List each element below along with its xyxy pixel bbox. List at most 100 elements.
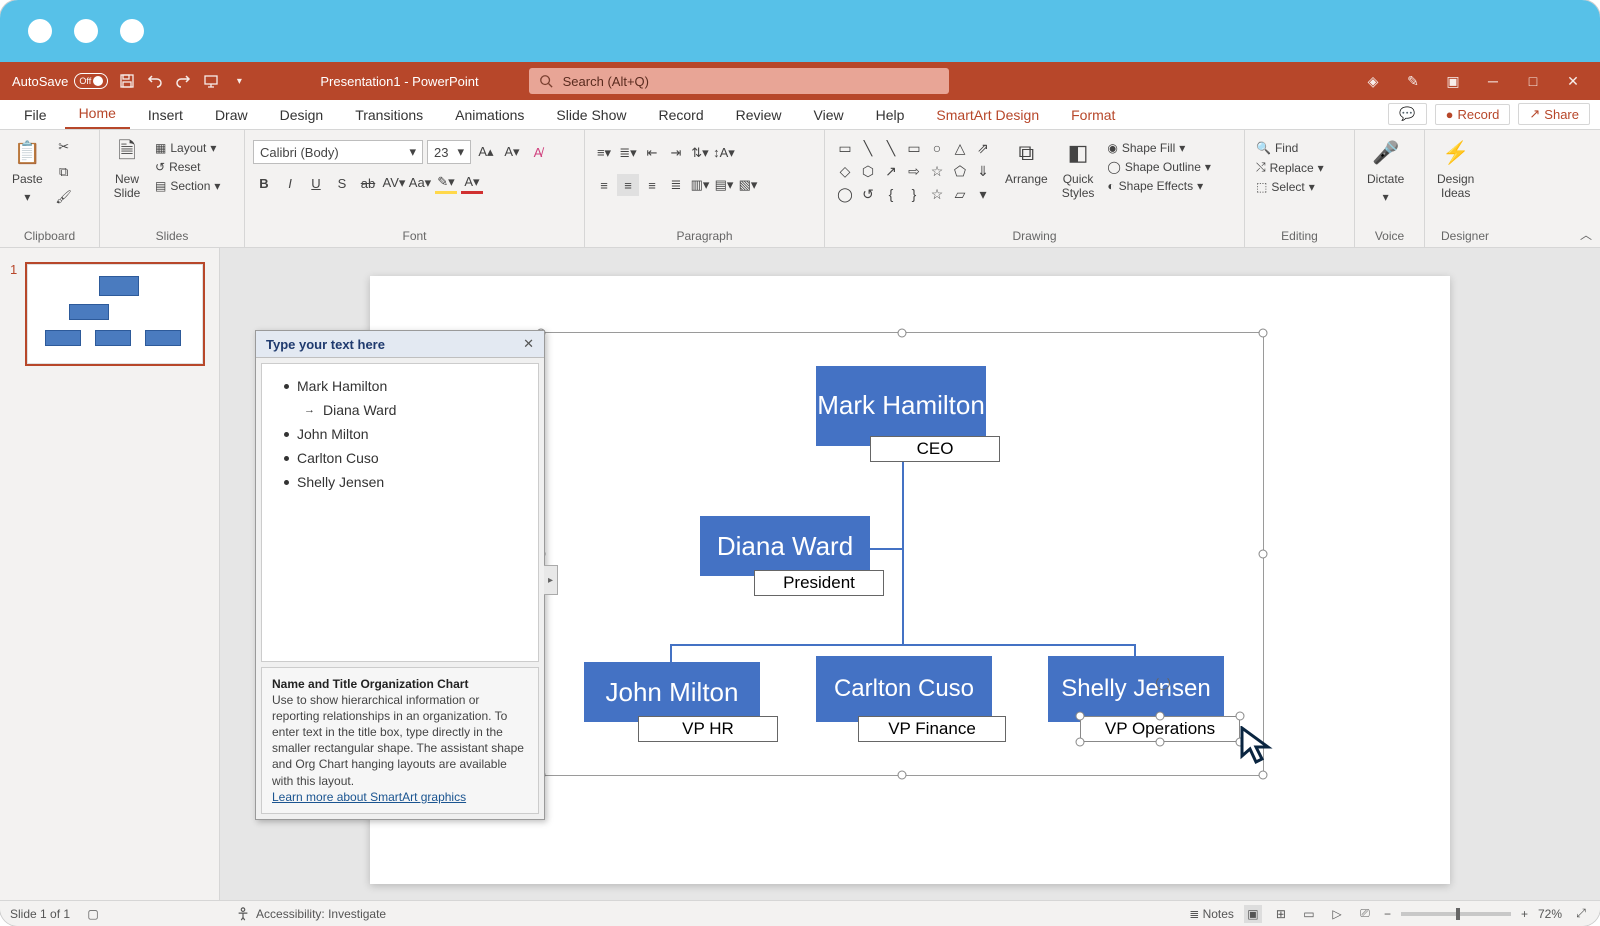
maximize-icon[interactable]: □ (1524, 72, 1542, 90)
save-icon[interactable] (118, 72, 136, 90)
shape-effects-button[interactable]: ◐ Shape Effects ▾ (1104, 178, 1214, 194)
org-node-vpfinance[interactable]: Carlton Cuso (816, 656, 992, 722)
search-box[interactable]: Search (Alt+Q) (529, 68, 949, 94)
normal-view-icon[interactable]: ▣ (1244, 905, 1262, 923)
shape-outline-button[interactable]: ◯ Shape Outline ▾ (1104, 159, 1214, 175)
zoom-slider[interactable] (1401, 912, 1511, 916)
text-pane-list[interactable]: Mark Hamilton →Diana Ward John Milton Ca… (261, 363, 539, 662)
cut-icon[interactable]: ✂ (53, 136, 75, 158)
notes-button[interactable]: ≣ Notes (1189, 907, 1234, 921)
line-spacing-icon[interactable]: ⇅▾ (689, 142, 711, 164)
format-painter-icon[interactable]: 🖌 (53, 186, 75, 208)
change-case-icon[interactable]: Aa▾ (409, 172, 431, 194)
org-title-president[interactable]: President (754, 570, 884, 596)
minimize-icon[interactable]: ─ (1484, 72, 1502, 90)
tab-format[interactable]: Format (1057, 102, 1129, 129)
strike-icon[interactable]: ab (357, 172, 379, 194)
align-left-icon[interactable]: ≡ (593, 174, 615, 196)
replace-button[interactable]: ⤭ Replace ▾ (1253, 159, 1327, 176)
org-node-vpops[interactable]: Shelly Jensen (1048, 656, 1224, 722)
numbering-icon[interactable]: ≣▾ (617, 142, 639, 164)
bullets-icon[interactable]: ≡▾ (593, 142, 615, 164)
org-node-vphr[interactable]: John Milton (584, 662, 760, 722)
clear-format-icon[interactable]: A̸ (527, 141, 549, 163)
find-button[interactable]: 🔍 Find (1253, 140, 1327, 156)
tab-help[interactable]: Help (862, 102, 919, 129)
tab-file[interactable]: File (10, 102, 61, 129)
record-button[interactable]: ● Record (1435, 104, 1511, 125)
new-slide-button[interactable]: 🗎 New Slide (108, 136, 146, 202)
zoom-out-icon[interactable]: − (1384, 907, 1391, 921)
tab-record[interactable]: Record (644, 102, 717, 129)
presenter-view-icon[interactable]: ⎚ (1356, 905, 1374, 923)
pen-icon[interactable]: ✎ (1404, 72, 1422, 90)
org-title-vphr[interactable]: VP HR (638, 716, 778, 742)
slideshow-view-icon[interactable]: ▷ (1328, 905, 1346, 923)
window-mode-icon[interactable]: ▣ (1444, 72, 1462, 90)
decrease-font-icon[interactable]: A▾ (501, 141, 523, 163)
convert-smartart-icon[interactable]: ▧▾ (737, 174, 759, 196)
org-node-ceo[interactable]: Mark Hamilton (816, 366, 986, 446)
slide-thumbnail-1[interactable] (25, 262, 205, 366)
shadow-icon[interactable]: S (331, 172, 353, 194)
align-center-icon[interactable]: ≡ (617, 174, 639, 196)
undo-icon[interactable] (146, 72, 164, 90)
org-title-ceo[interactable]: CEO (870, 436, 1000, 462)
list-item[interactable]: Carlton Cuso (297, 450, 379, 466)
italic-icon[interactable]: I (279, 172, 301, 194)
bold-icon[interactable]: B (253, 172, 275, 194)
increase-indent-icon[interactable]: ⇥ (665, 142, 687, 164)
comments-button[interactable]: 💬 (1388, 103, 1426, 125)
underline-icon[interactable]: U (305, 172, 327, 194)
text-pane-collapse-icon[interactable]: ▸ (544, 565, 558, 595)
tab-home[interactable]: Home (65, 100, 130, 129)
list-item[interactable]: Mark Hamilton (297, 378, 387, 394)
list-item[interactable]: John Milton (297, 426, 369, 442)
text-direction-icon[interactable]: ↕A▾ (713, 142, 735, 164)
section-button[interactable]: ▤ Section ▾ (152, 178, 223, 194)
shape-fill-button[interactable]: ◉ Shape Fill ▾ (1104, 140, 1214, 156)
list-item[interactable]: Diana Ward (323, 402, 396, 418)
justify-icon[interactable]: ≣ (665, 174, 687, 196)
char-spacing-icon[interactable]: AV▾ (383, 172, 405, 194)
accessibility-button[interactable]: Accessibility: Investigate (236, 907, 386, 921)
rotate-handle-icon[interactable] (1156, 676, 1170, 690)
font-name-combo[interactable]: Calibri (Body)▾ (253, 140, 423, 164)
traffic-light-zoom[interactable] (120, 19, 144, 43)
decrease-indent-icon[interactable]: ⇤ (641, 142, 663, 164)
align-text-icon[interactable]: ▤▾ (713, 174, 735, 196)
paste-button[interactable]: 📋 Paste▾ (8, 136, 47, 206)
qat-more-icon[interactable]: ▾ (230, 72, 248, 90)
select-button[interactable]: ⬚ Select ▾ (1253, 179, 1327, 195)
tab-animations[interactable]: Animations (441, 102, 538, 129)
tab-slideshow[interactable]: Slide Show (542, 102, 640, 129)
org-node-president[interactable]: Diana Ward (700, 516, 870, 576)
reading-view-icon[interactable]: ▭ (1300, 905, 1318, 923)
close-icon[interactable]: ✕ (1564, 72, 1582, 90)
increase-font-icon[interactable]: A▴ (475, 141, 497, 163)
design-ideas-button[interactable]: ⚡Design Ideas (1433, 136, 1478, 202)
tab-design[interactable]: Design (266, 102, 338, 129)
traffic-light-minimize[interactable] (74, 19, 98, 43)
align-right-icon[interactable]: ≡ (641, 174, 663, 196)
fit-to-window-icon[interactable]: ⤢ (1572, 905, 1590, 923)
font-size-combo[interactable]: 23▾ (427, 140, 471, 164)
diamond-icon[interactable]: ◈ (1364, 72, 1382, 90)
tab-view[interactable]: View (800, 102, 858, 129)
shapes-gallery[interactable]: ▭╲╲▭○△⇗ ◇⬡↗⇨☆⬠⇓ ◯↺{}☆▱▾ (833, 136, 995, 206)
tab-smartart-design[interactable]: SmartArt Design (922, 102, 1053, 129)
redo-icon[interactable] (174, 72, 192, 90)
list-item[interactable]: Shelly Jensen (297, 474, 384, 490)
tab-review[interactable]: Review (722, 102, 796, 129)
tab-insert[interactable]: Insert (134, 102, 197, 129)
traffic-light-close[interactable] (28, 19, 52, 43)
arrange-button[interactable]: ⧉Arrange (1001, 136, 1052, 188)
slide-layout-icon[interactable]: ▢ (84, 905, 102, 923)
smartart-text-pane[interactable]: Type your text here ✕ Mark Hamilton →Dia… (255, 330, 545, 820)
collapse-ribbon-icon[interactable]: ︿ (1580, 226, 1592, 243)
quick-styles-button[interactable]: ◧Quick Styles (1058, 136, 1099, 202)
zoom-level[interactable]: 72% (1538, 907, 1562, 921)
autosave-toggle[interactable]: AutoSave Off (12, 73, 108, 89)
highlight-icon[interactable]: ✎▾ (435, 172, 457, 194)
reset-button[interactable]: ↺ Reset (152, 159, 223, 175)
